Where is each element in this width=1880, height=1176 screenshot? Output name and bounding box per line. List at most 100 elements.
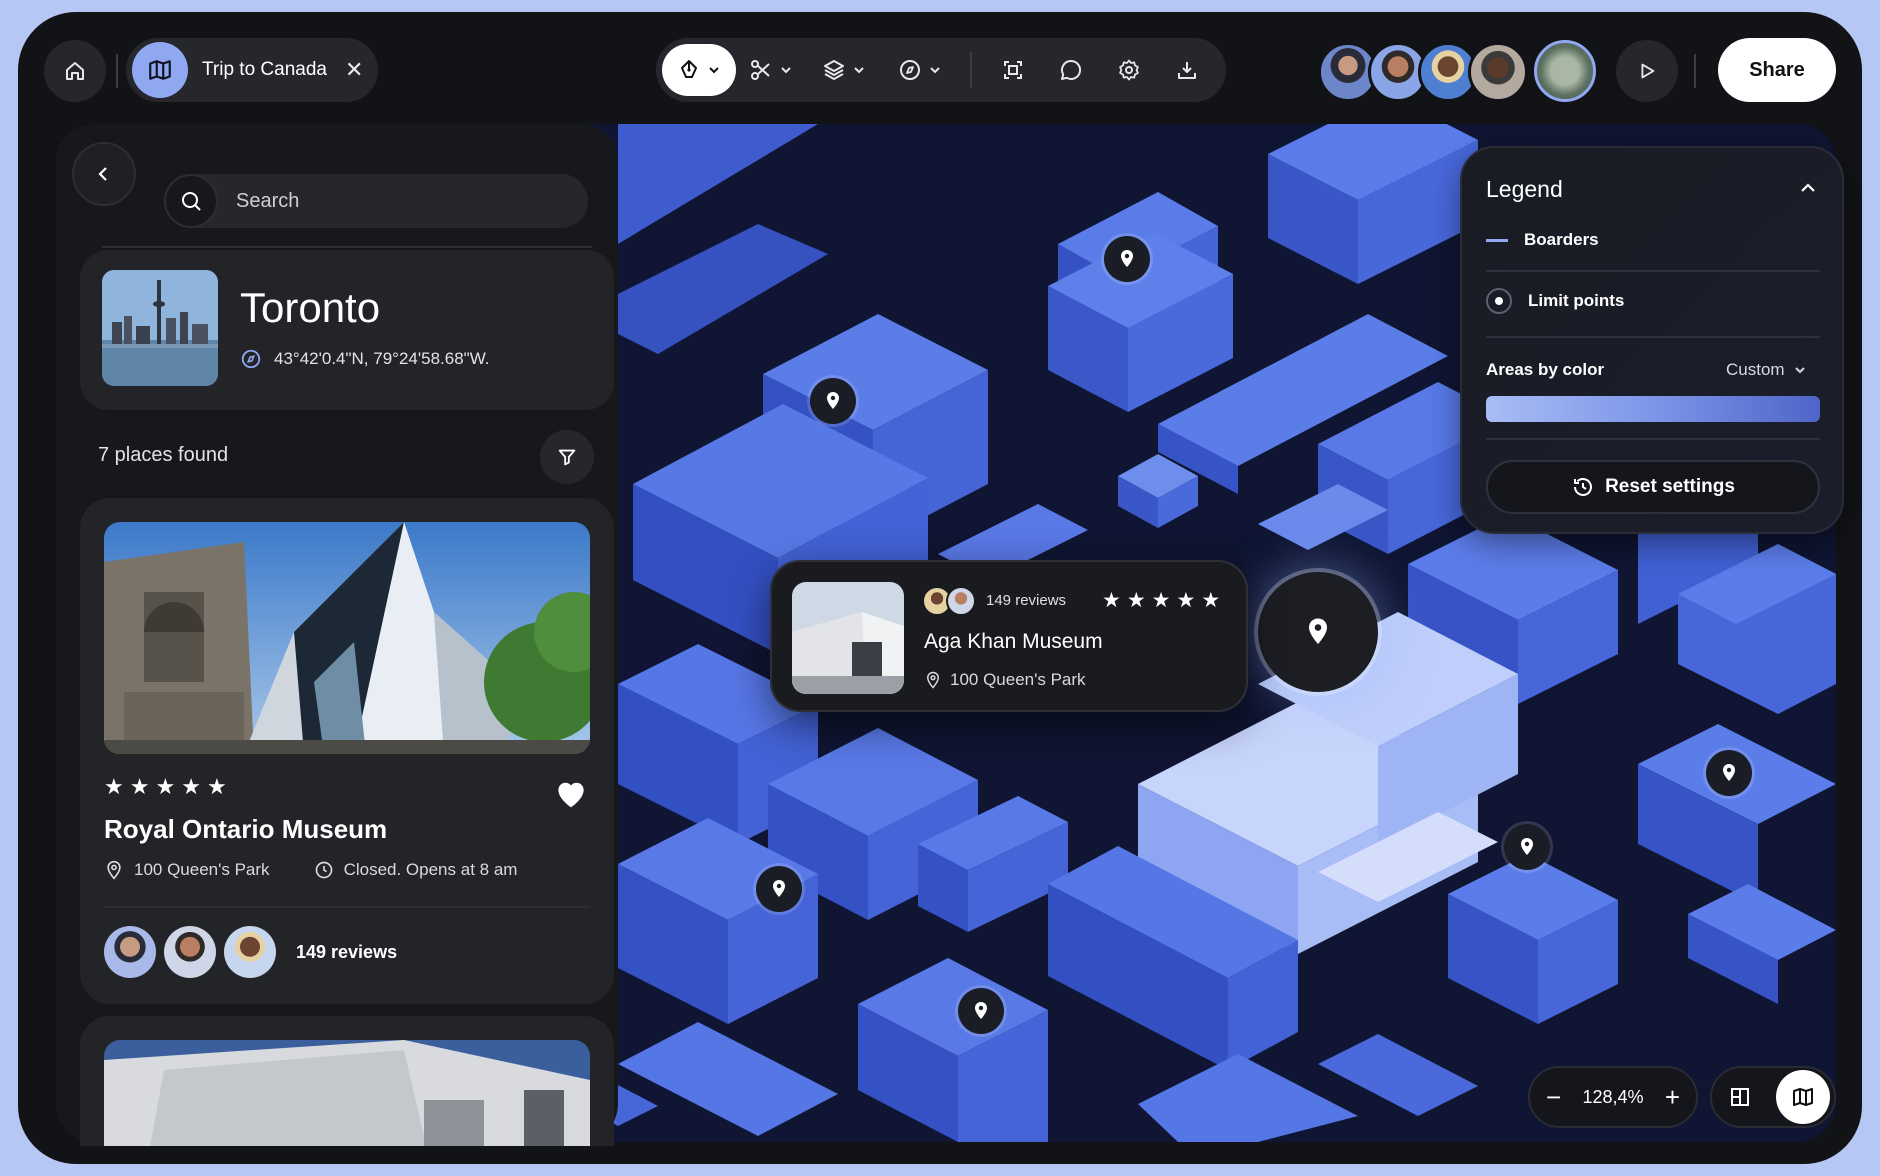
star-icon: ★ [206,774,227,799]
location-pin-icon [1121,250,1133,267]
map-icon [132,42,188,98]
map-pin[interactable] [1504,824,1550,870]
point-swatch-icon [1486,288,1512,314]
frame-tool-button[interactable] [984,44,1042,96]
search-icon [164,174,218,228]
popup-place-name: Aga Khan Museum [924,630,1103,653]
play-icon [1641,63,1655,79]
divider [1486,438,1820,440]
back-button[interactable] [72,142,136,206]
place-address: 100 Queen's Park [134,860,270,879]
divider [1486,336,1820,338]
map-pin[interactable] [1706,750,1752,796]
select-value: Custom [1726,360,1785,379]
scissors-tool-button[interactable] [736,44,806,96]
frame-icon [1004,61,1022,79]
review-count[interactable]: 149 reviews [296,942,397,963]
filter-button[interactable] [540,430,594,484]
place-card[interactable] [80,1016,614,1146]
legend-item-limit-points[interactable]: Limit points [1486,288,1624,314]
history-icon [1574,478,1593,496]
chevron-up-icon[interactable] [1798,178,1818,198]
place-popup[interactable]: 149 reviews ★ ★ ★ ★ ★ Aga Khan Museum 100 Qu… [770,560,1248,712]
avatar[interactable] [1468,42,1528,102]
map-pin[interactable] [810,378,856,424]
chevron-down-icon [781,67,791,74]
divider [116,54,118,88]
download-button[interactable] [1158,44,1216,96]
layers-icon [824,60,844,80]
reset-settings-button[interactable]: Reset settings [1486,460,1820,514]
star-icon: ★ [155,774,176,799]
map-pin[interactable] [958,988,1004,1034]
divider [1694,54,1696,88]
comment-button[interactable] [1042,44,1100,96]
divider [104,906,590,908]
areas-color-select[interactable]: Custom [1726,360,1807,380]
chevron-down-icon [1794,367,1805,374]
avatar [224,926,276,978]
color-gradient-bar [1486,396,1820,422]
map-pin[interactable] [1104,236,1150,282]
zoom-out-button[interactable]: − [1546,1082,1561,1113]
areas-by-color-label: Areas by color [1486,360,1605,379]
filter-icon [558,449,576,466]
home-icon [66,62,84,80]
zoom-in-button[interactable]: + [1665,1082,1680,1113]
reviewer-avatars[interactable]: 149 reviews [104,926,397,978]
popup-review-count: 149 reviews [986,592,1067,609]
download-icon [1178,62,1196,79]
clock-icon [315,861,332,879]
layers-tool-button[interactable] [806,44,882,96]
share-button[interactable]: Share [1718,38,1836,102]
zoom-control: − 128,4% + [1528,1066,1698,1128]
location-pin-icon [1723,764,1735,781]
search-placeholder: Search [236,189,300,212]
star-icon: ★ [1201,589,1221,612]
compass-icon [241,349,261,369]
selected-map-pin[interactable] [1258,572,1378,692]
place-details: 100 Queen's Park Closed. Opens at 8 am [104,860,517,880]
coordinates-text: 43°42'0.4"N, 79°24'58.68"W. [274,349,490,368]
settings-button[interactable] [1100,44,1158,96]
chevron-down-icon [930,67,940,74]
project-tab[interactable]: Trip to Canada ✕ [126,38,378,102]
map-icon [1793,1088,1813,1106]
places-count: 7 places found [98,444,229,466]
place-photo [104,1040,590,1146]
search-field[interactable]: Search [164,174,588,228]
location-pin-icon [827,392,839,409]
view-toggle [1710,1066,1836,1128]
compass-icon [900,60,920,80]
city-card[interactable]: Toronto 43°42'0.4"N, 79°24'58.68"W. [80,250,614,410]
city-coordinates: 43°42'0.4"N, 79°24'58.68"W. [240,348,490,370]
heart-icon[interactable] [552,774,590,812]
present-button[interactable] [1616,40,1678,102]
map-pin[interactable] [756,866,802,912]
place-card[interactable]: ★ ★ ★ ★ ★ Royal Ontario Museum 100 Queen's P… [80,498,614,1004]
star-icon: ★ [104,774,124,799]
app-window: Trip to Canada ✕ Share Search Toronto 43… [18,12,1862,1164]
rating-stars: ★ ★ ★ ★ ★ [104,776,227,798]
divider [102,246,592,248]
location-pin-icon [975,1002,987,1019]
tab-title: Trip to Canada [202,59,327,80]
chevron-down-icon [854,67,864,74]
chevron-left-icon [98,167,107,181]
map-thumbnail-avatar[interactable] [1534,40,1596,102]
pen-tool-button[interactable] [662,44,736,96]
compass-tool-button[interactable] [882,44,958,96]
map-view-button[interactable] [1776,1070,1830,1124]
drawing-toolbar [656,38,1226,102]
layout-icon[interactable] [1728,1085,1752,1109]
location-pin-icon [1521,838,1533,855]
city-photo [102,270,218,386]
close-icon[interactable]: ✕ [345,57,363,83]
home-button[interactable] [44,40,106,102]
pen-tool-icon [681,60,697,78]
legend-item-borders[interactable]: Boarders [1486,230,1599,250]
divider [1486,270,1820,272]
collaborator-avatars[interactable] [1318,42,1528,102]
popup-photo [792,582,904,694]
avatar [946,586,976,616]
